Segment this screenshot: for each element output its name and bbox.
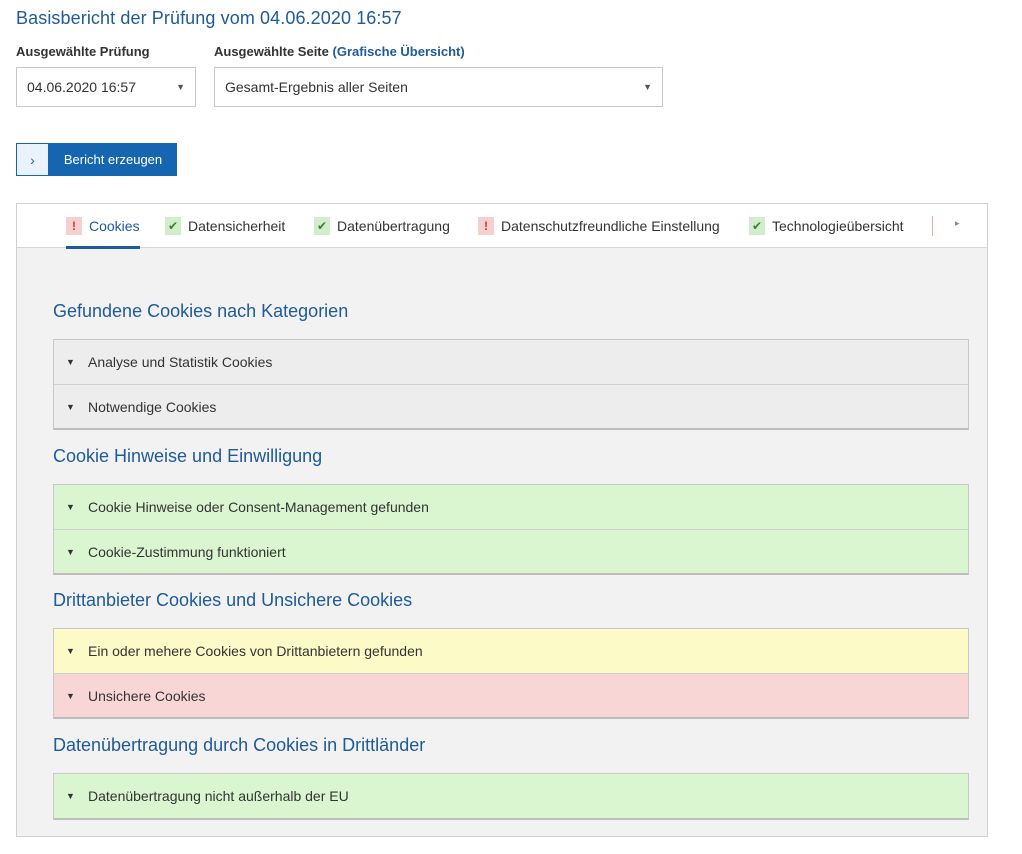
generate-report-label: Bericht erzeugen xyxy=(49,143,177,176)
list-item[interactable]: ▼ Datenübertragung nicht außerhalb der E… xyxy=(54,774,968,818)
section-title-cookie-categories: Gefundene Cookies nach Kategorien xyxy=(53,301,349,321)
check-icon: ✔ xyxy=(165,217,181,235)
selected-check-label-text: Ausgewählte Prüfung xyxy=(16,44,150,59)
list-item-label: Cookie Hinweise oder Consent-Management … xyxy=(88,499,429,515)
chevron-down-icon: ▼ xyxy=(176,82,185,92)
third-country-transfer-list: ▼ Datenübertragung nicht außerhalb der E… xyxy=(53,773,969,820)
list-item-label: Unsichere Cookies xyxy=(88,687,206,704)
page-title: Basisbericht der Prüfung vom 04.06.2020 … xyxy=(16,8,402,28)
tab-label: Cookies xyxy=(89,218,140,234)
graphic-overview-link[interactable]: (Grafische Übersicht) xyxy=(333,44,465,59)
list-item[interactable]: ▼ Ein oder mehere Cookies von Drittanbie… xyxy=(54,629,968,673)
cookie-consent-list: ▼ Cookie Hinweise oder Consent-Managemen… xyxy=(53,484,969,575)
selected-page-label: Ausgewählte Seite (Grafische Übersicht) xyxy=(214,44,465,59)
chevron-down-icon: ▼ xyxy=(643,82,652,92)
list-item-label: Cookie-Zustimmung funktioniert xyxy=(88,543,286,560)
list-item-label: Analyse und Statistik Cookies xyxy=(88,354,273,370)
tab-technologieuebersicht[interactable]: ✔ Technologieübersicht xyxy=(749,204,904,248)
check-icon: ✔ xyxy=(314,217,330,235)
tab-cookies[interactable]: ! Cookies xyxy=(66,204,140,249)
tab-datenuebertragung[interactable]: ✔ Datenübertragung xyxy=(314,204,450,248)
tab-bar: ! Cookies ✔ Datensicherheit ✔ Datenübert… xyxy=(17,204,987,249)
tab-label: Datensicherheit xyxy=(188,218,286,234)
section-title-third-party-cookies: Drittanbieter Cookies und Unsichere Cook… xyxy=(53,590,413,610)
list-item[interactable]: ▼ Notwendige Cookies xyxy=(54,384,968,428)
page-select[interactable]: Gesamt-Ergebnis aller Seiten ▼ xyxy=(214,67,663,107)
chevron-right-icon: › xyxy=(16,143,49,176)
selected-check-label: Ausgewählte Prüfung xyxy=(16,44,150,59)
tab-label: Technologieübersicht xyxy=(772,218,904,234)
list-item-label: Ein oder mehere Cookies von Drittanbiete… xyxy=(88,643,423,659)
section-title-third-country-transfer: Datenübertragung durch Cookies in Drittl… xyxy=(53,735,426,755)
tab-divider xyxy=(932,216,933,236)
warning-icon: ! xyxy=(478,217,494,235)
list-item[interactable]: ▼ Cookie Hinweise oder Consent-Managemen… xyxy=(54,485,968,529)
tab-label: Datenübertragung xyxy=(337,218,450,234)
caret-down-icon: ▼ xyxy=(66,502,75,512)
check-select-value: 04.06.2020 16:57 xyxy=(27,79,136,95)
generate-report-button[interactable]: › Bericht erzeugen xyxy=(16,143,177,176)
caret-down-icon: ▼ xyxy=(66,646,75,656)
caret-down-icon: ▼ xyxy=(66,357,75,367)
list-item[interactable]: ▼ Cookie-Zustimmung funktioniert xyxy=(54,529,968,573)
check-select[interactable]: 04.06.2020 16:57 ▼ xyxy=(16,67,196,107)
tab-scroll-right-icon[interactable]: ▸ xyxy=(955,218,960,229)
tab-label: Datenschutzfreundliche Einstellung xyxy=(501,218,720,234)
selected-page-label-text: Ausgewählte Seite xyxy=(214,44,329,59)
caret-down-icon: ▼ xyxy=(66,546,75,557)
warning-icon: ! xyxy=(66,217,82,235)
caret-down-icon: ▼ xyxy=(66,690,75,701)
list-item-label: Datenübertragung nicht außerhalb der EU xyxy=(88,788,349,804)
list-item[interactable]: ▼ Analyse und Statistik Cookies xyxy=(54,340,968,384)
cookie-categories-list: ▼ Analyse und Statistik Cookies ▼ Notwen… xyxy=(53,339,969,430)
section-title-cookie-consent: Cookie Hinweise und Einwilligung xyxy=(53,446,323,466)
tab-datenschutzfreundliche-einstellung[interactable]: ! Datenschutzfreundliche Einstellung xyxy=(478,204,720,248)
caret-down-icon: ▼ xyxy=(66,401,75,412)
check-icon: ✔ xyxy=(749,217,765,235)
third-party-cookies-list: ▼ Ein oder mehere Cookies von Drittanbie… xyxy=(53,628,969,719)
list-item-label: Notwendige Cookies xyxy=(88,398,217,415)
tab-datensicherheit[interactable]: ✔ Datensicherheit xyxy=(165,204,285,248)
page-select-value: Gesamt-Ergebnis aller Seiten xyxy=(225,79,408,95)
caret-down-icon: ▼ xyxy=(66,791,75,801)
report-panel: ! Cookies ✔ Datensicherheit ✔ Datenübert… xyxy=(16,203,988,837)
list-item[interactable]: ▼ Unsichere Cookies xyxy=(54,673,968,717)
